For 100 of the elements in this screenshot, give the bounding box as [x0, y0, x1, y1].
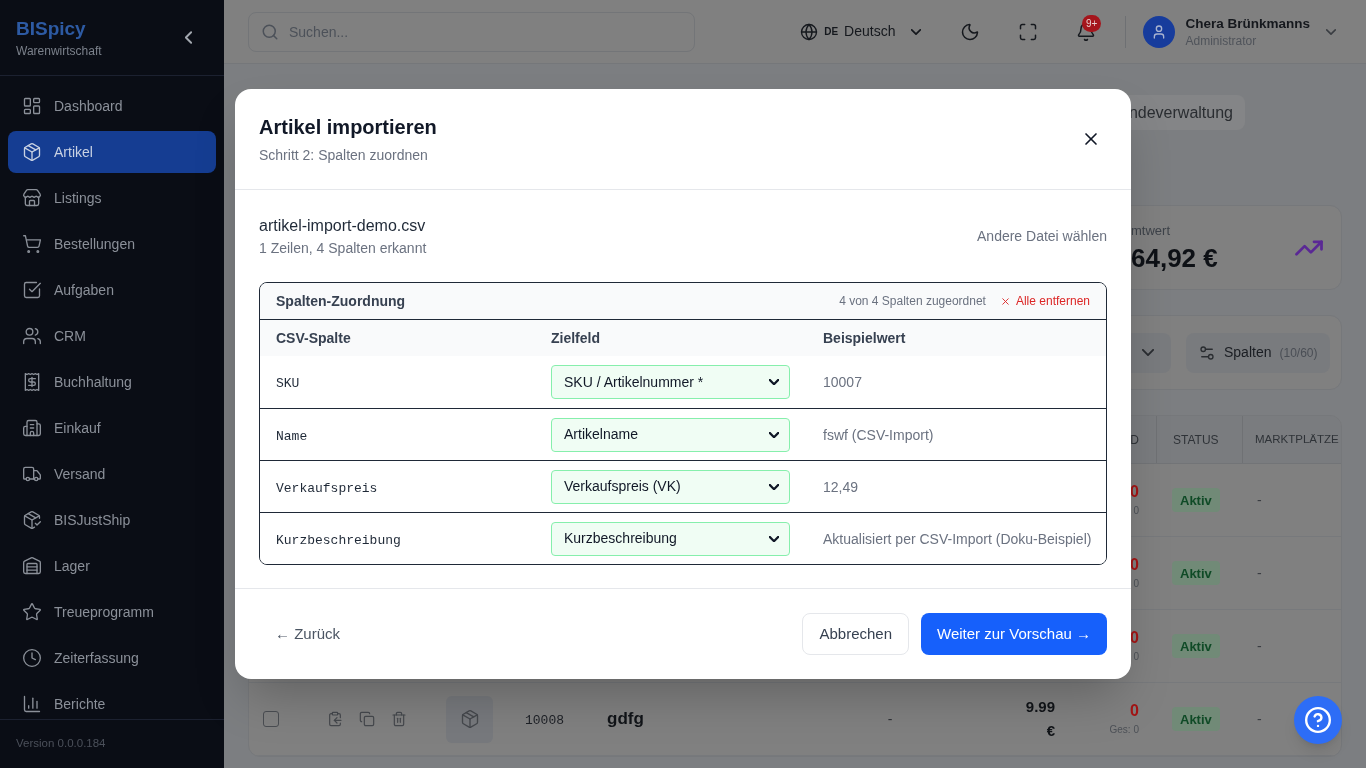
nav-item[interactable]: Treueprogramm — [8, 591, 216, 633]
nav-item[interactable]: Bestellungen — [8, 223, 216, 265]
table-cell: 0 — [1130, 628, 1139, 648]
bar-chart-icon — [22, 694, 42, 714]
next-button[interactable]: Weiter zur Vorschau → — [921, 613, 1107, 655]
nav-item[interactable]: Zeiterfassung — [8, 637, 216, 679]
file-info: 1 Zeilen, 4 Spalten erkannt — [259, 239, 427, 258]
nav-item[interactable]: Artikel — [8, 131, 216, 173]
help-icon — [1305, 707, 1331, 733]
copy-to-clipboard-button[interactable] — [327, 711, 343, 727]
logo-text: BISpicy — [16, 16, 87, 41]
box-check-icon — [22, 510, 42, 530]
nav-item[interactable]: Dashboard — [8, 85, 216, 127]
column-header: Zielfeld — [551, 330, 600, 346]
nav-item[interactable]: Versand — [8, 453, 216, 495]
table-cell: - — [1257, 492, 1262, 508]
mapping-summary: 4 von 4 Spalten zugeordnet — [839, 293, 986, 310]
dashboard-grid-icon — [22, 96, 42, 116]
mapping-title: Spalten-Zuordnung — [276, 291, 406, 311]
star-icon — [22, 602, 42, 622]
store-icon — [22, 188, 42, 208]
chevron-down-icon — [1326, 28, 1336, 35]
nav-item[interactable]: Einkauf — [8, 407, 216, 449]
fullscreen-icon — [1018, 21, 1039, 42]
nav-item[interactable]: Berichte — [8, 683, 216, 719]
nav-item[interactable]: Lager — [8, 545, 216, 587]
status-badge: Aktiv — [1172, 634, 1220, 659]
version-text: Version 0.0.0.184 — [16, 736, 106, 752]
status-badge: Aktiv — [1172, 561, 1220, 586]
dialog-subtitle: Schritt 2: Spalten zuordnen — [259, 146, 429, 165]
nav-item[interactable]: Listings — [8, 177, 216, 219]
copy-icon — [359, 711, 375, 727]
column-header: D — [1130, 431, 1139, 449]
table-cell: 0 — [1130, 482, 1139, 502]
notifications-button[interactable]: 9+ — [1066, 11, 1107, 52]
dialog-title: Artikel importieren — [259, 115, 437, 140]
stat-label: mtwert — [1131, 221, 1171, 240]
target-field-select[interactable]: SKU / Artikelnummer * — [551, 365, 790, 399]
language-button[interactable]: DE Deutsch — [792, 11, 930, 52]
chevron-down-icon — [769, 431, 779, 438]
sliders-icon — [1198, 343, 1216, 362]
table-cell: 10008 — [525, 713, 564, 728]
notification-badge: 9+ — [1082, 14, 1102, 32]
chevron-down-icon — [769, 535, 779, 542]
column-header: MARKTPLÄTZE — [1255, 431, 1339, 447]
chevron-left-icon — [184, 31, 192, 44]
cart-icon — [22, 234, 42, 254]
table-cell: fswf (CSV-Import) — [823, 426, 934, 443]
globe-icon — [800, 22, 819, 41]
target-field-select[interactable]: Kurzbeschreibung — [551, 521, 790, 556]
table-cell-text: 9.99 € — [1024, 697, 1055, 741]
x-icon — [999, 295, 1011, 307]
back-button[interactable]: ← Zurück — [259, 613, 356, 655]
status-badge: Aktiv — [1172, 488, 1220, 513]
avatar-icon — [1143, 15, 1176, 48]
user-name: Chera Brünkmanns — [1185, 14, 1310, 33]
chevron-down-icon — [769, 483, 779, 490]
nav-item[interactable]: Buchhaltung — [8, 361, 216, 403]
users-icon — [22, 326, 42, 346]
box-icon — [459, 709, 480, 729]
delete-button[interactable] — [391, 711, 407, 727]
warehouse-icon — [22, 556, 42, 576]
nav-item[interactable]: BISJustShip — [8, 499, 216, 541]
receipt-icon — [22, 372, 42, 392]
duplicate-button[interactable] — [359, 711, 375, 727]
moon-icon — [960, 21, 981, 42]
cancel-button[interactable]: Abbrechen — [802, 613, 910, 655]
table-cell-text: - — [887, 709, 893, 729]
nav-item[interactable]: Aufgaben — [8, 269, 216, 311]
checkbox-tick-icon — [22, 280, 42, 300]
truck-icon — [22, 464, 42, 484]
clock-icon — [22, 648, 42, 668]
table-cell: Kurzbeschreibung — [276, 532, 401, 548]
table-cell: - — [1257, 565, 1262, 581]
status-badge: Aktiv — [1172, 707, 1220, 732]
target-field-select[interactable]: Artikelname — [551, 417, 790, 452]
table-cell: SKU — [276, 376, 300, 391]
nav-item[interactable]: CRM — [8, 315, 216, 357]
remove-all-button[interactable]: Alle entfernen — [999, 292, 1090, 310]
row-checkbox[interactable] — [263, 711, 279, 727]
table-cell: gdfg — [607, 709, 644, 729]
table-cell: Name — [276, 428, 308, 444]
stat-value: 64,92 € — [1131, 241, 1218, 274]
logo-subtitle: Warenwirtschaft — [16, 42, 102, 59]
column-header: STATUS — [1173, 431, 1219, 449]
table-cell: 10007 — [823, 374, 862, 390]
building-icon — [22, 418, 42, 438]
table-cell: 12,49 — [823, 478, 859, 495]
column-header: Beispielwert — [823, 330, 906, 346]
table-cell: Aktualisiert per CSV-Import (Doku-Beispiel) — [823, 530, 1092, 547]
box-icon — [22, 142, 42, 162]
search-icon — [261, 22, 279, 41]
table-cell: - — [1257, 638, 1262, 654]
change-file-link[interactable]: Andere Datei wählen — [977, 225, 1107, 247]
file-name: artikel-import-demo.csv — [259, 216, 427, 236]
clipboard-arrow-icon — [327, 711, 343, 727]
table-cell: 0 — [1130, 701, 1139, 721]
table-cell: Verkaufspreis — [276, 480, 378, 496]
chevron-down-icon — [769, 379, 779, 385]
target-field-select[interactable]: Verkaufspreis (VK) — [551, 469, 790, 504]
